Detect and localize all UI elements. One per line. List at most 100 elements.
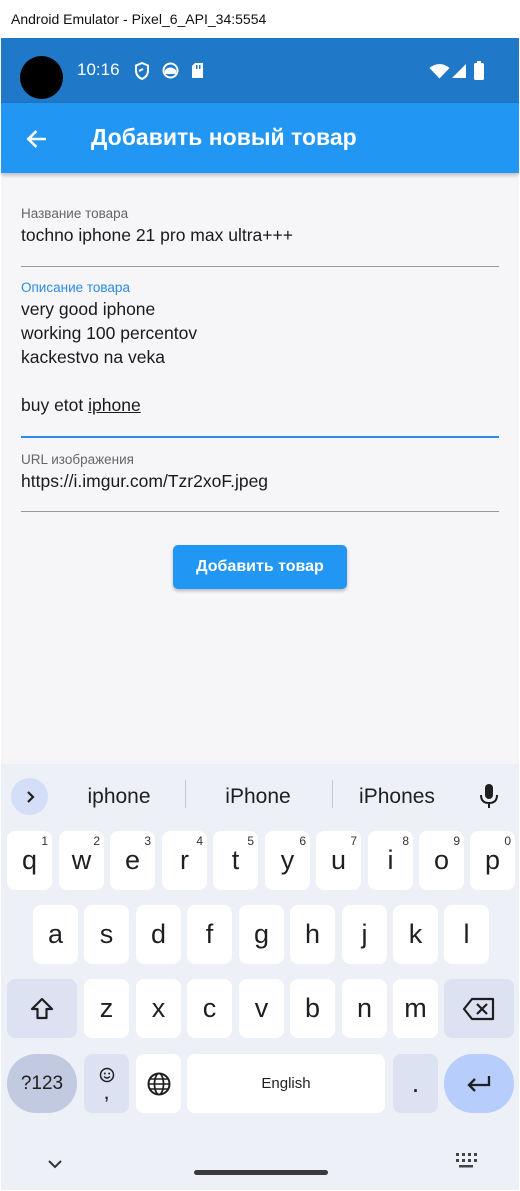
shift-key[interactable] [7, 979, 77, 1038]
enter-key[interactable] [444, 1054, 514, 1113]
image-url-field[interactable]: URL изображения https://i.imgur.com/Tzr2… [21, 452, 499, 513]
key-i[interactable]: i8 [368, 831, 413, 890]
suggestion-1[interactable]: iphone [61, 778, 177, 815]
backspace-icon [462, 997, 495, 1020]
key-r[interactable]: r4 [162, 831, 207, 890]
key-n[interactable]: n [342, 979, 387, 1038]
key-l[interactable]: l [444, 905, 489, 964]
key-e[interactable]: e3 [110, 831, 155, 890]
keyboard-switcher-icon[interactable] [455, 1152, 477, 1168]
key-g[interactable]: g [239, 905, 284, 964]
suggestions-expand-button[interactable] [11, 778, 48, 815]
space-key[interactable]: English [187, 1054, 385, 1113]
key-u-label: u [330, 845, 347, 875]
key-x[interactable]: x [136, 979, 181, 1038]
back-arrow-icon[interactable] [23, 126, 49, 152]
key-p-hint: 0 [504, 834, 511, 848]
period-key[interactable]: . [393, 1054, 438, 1113]
key-m[interactable]: m [393, 979, 438, 1038]
emoji-comma-key[interactable]: , [84, 1054, 129, 1113]
key-s[interactable]: s [84, 905, 129, 964]
key-r-hint: 4 [196, 834, 203, 848]
numbers-key[interactable]: ?123 [7, 1054, 77, 1113]
on-screen-keyboard: iphone iPhone iPhones q1 w2 e3 r4 t5 y6 … [1, 764, 519, 1190]
key-r-label: r [180, 845, 189, 875]
suggestion-divider [185, 780, 186, 808]
key-o-hint: 9 [453, 834, 460, 848]
description-line: working 100 percentov [21, 323, 198, 343]
key-a[interactable]: a [33, 905, 78, 964]
cell-signal-icon [452, 64, 466, 78]
sync-status-icon [162, 62, 179, 79]
key-t-hint: 5 [247, 834, 254, 848]
description-line: buy etot iphone [21, 393, 499, 417]
window-titlebar: Android Emulator - Pixel_6_API_34:5554 [0, 0, 520, 38]
key-t-label: t [231, 845, 240, 875]
description-line [21, 369, 499, 393]
wifi-icon [429, 64, 450, 79]
page-title: Добавить новый товар [91, 124, 357, 150]
description-field[interactable]: Описание товара very good iphone working … [21, 280, 499, 439]
microphone-icon[interactable] [477, 782, 501, 810]
enter-icon [467, 1075, 491, 1092]
suggestion-divider [332, 780, 333, 808]
image-url-label: URL изображения [21, 452, 134, 467]
key-o[interactable]: o9 [419, 831, 464, 890]
key-z[interactable]: z [84, 979, 129, 1038]
status-time: 10:16 [77, 60, 120, 79]
key-p-label: p [484, 845, 501, 875]
key-y[interactable]: y6 [265, 831, 310, 890]
key-i-hint: 8 [402, 834, 409, 848]
description-line: very good iphone [21, 299, 156, 319]
app-bar: Добавить новый товар [1, 103, 519, 173]
key-j[interactable]: j [342, 905, 387, 964]
key-q[interactable]: q1 [7, 831, 52, 890]
product-name-underline [21, 266, 499, 267]
add-product-button[interactable]: Добавить товар [173, 545, 347, 589]
key-u[interactable]: u7 [316, 831, 361, 890]
gesture-handle[interactable] [194, 1170, 328, 1175]
key-q-label: q [21, 845, 38, 875]
shield-icon [135, 62, 149, 80]
language-key[interactable] [136, 1054, 181, 1113]
key-p[interactable]: p0 [470, 831, 515, 890]
description-line: kackestvo na veka [21, 347, 165, 367]
backspace-key[interactable] [444, 979, 514, 1038]
product-name-field[interactable]: Название товара tochno iphone 21 pro max… [21, 206, 499, 267]
image-url-input[interactable]: https://i.imgur.com/Tzr2xoF.jpeg [21, 469, 499, 493]
description-underline [21, 436, 499, 438]
product-name-input[interactable]: tochno iphone 21 pro max ultra+++ [21, 223, 499, 247]
battery-icon [474, 61, 484, 80]
chevron-right-icon [26, 790, 35, 803]
phone-screen: 10:16 Добавить новый товар Название това… [1, 38, 519, 1190]
key-u-hint: 7 [350, 834, 357, 848]
camera-cutout [20, 56, 63, 99]
key-f[interactable]: f [187, 905, 232, 964]
key-h[interactable]: h [290, 905, 335, 964]
key-i-label: i [387, 845, 394, 875]
key-w[interactable]: w2 [59, 831, 104, 890]
key-d[interactable]: d [136, 905, 181, 964]
suggestion-3[interactable]: iPhones [341, 778, 453, 815]
key-w-label: w [71, 845, 92, 875]
image-url-underline [21, 511, 499, 512]
key-k[interactable]: k [393, 905, 438, 964]
key-y-hint: 6 [299, 834, 306, 848]
globe-icon [147, 1072, 170, 1095]
key-v[interactable]: v [239, 979, 284, 1038]
description-label: Описание товара [21, 280, 130, 295]
description-input[interactable]: very good iphone working 100 percentov kac… [21, 297, 499, 417]
key-o-label: o [433, 845, 450, 875]
key-b[interactable]: b [290, 979, 335, 1038]
composing-word: iphone [88, 395, 141, 415]
key-q-hint: 1 [41, 834, 48, 848]
description-last-text: buy etot [21, 395, 89, 415]
window-title: Android Emulator - Pixel_6_API_34:5554 [11, 11, 267, 27]
key-c[interactable]: c [187, 979, 232, 1038]
key-w-hint: 2 [93, 834, 100, 848]
keyboard-hide-icon[interactable] [47, 1158, 63, 1170]
suggestion-2[interactable]: iPhone [193, 778, 323, 815]
key-t[interactable]: t5 [213, 831, 258, 890]
comma-label: , [103, 1078, 110, 1104]
shift-icon [30, 997, 54, 1019]
